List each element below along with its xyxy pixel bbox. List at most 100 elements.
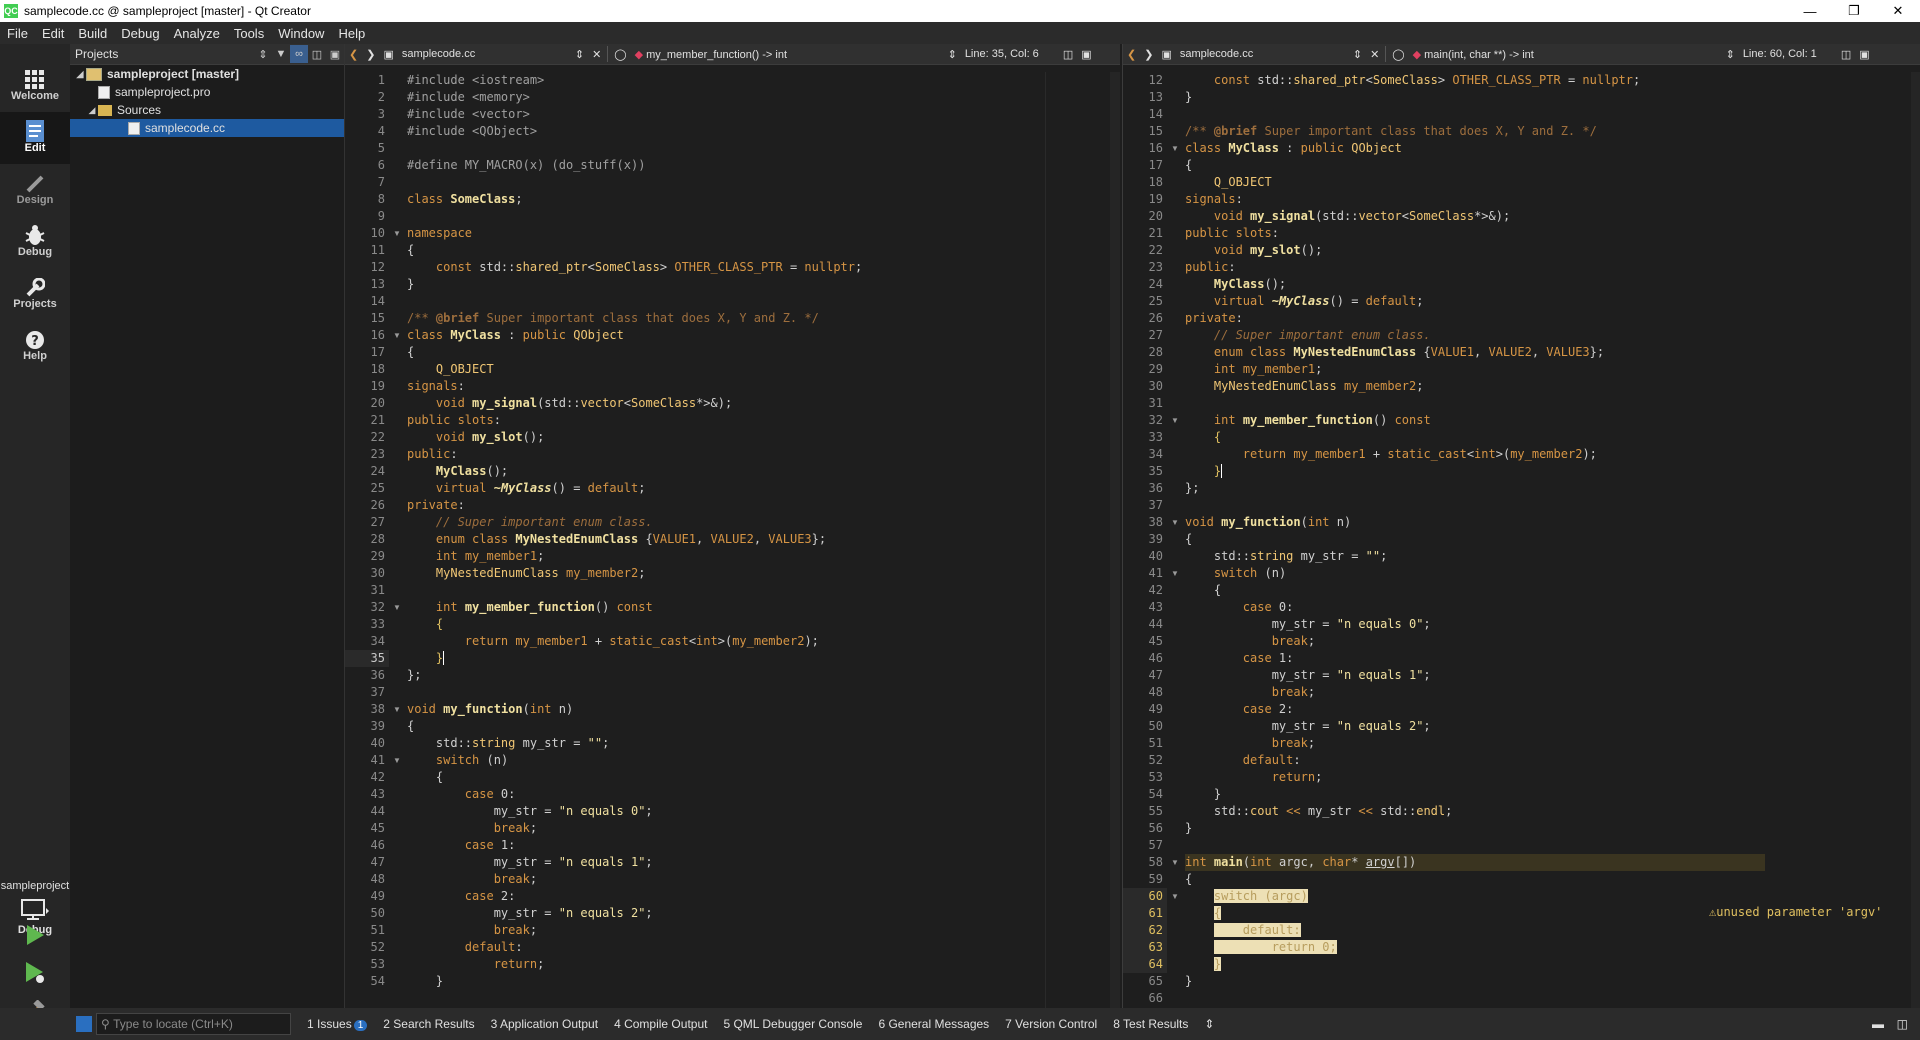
code-line[interactable]: void my_slot(); [1185,242,1765,259]
code-line[interactable]: } [407,650,862,667]
code-line[interactable]: namespace [407,225,862,242]
code-line[interactable]: void my_signal(std::vector<SomeClass*>&)… [1185,208,1765,225]
code-line[interactable]: case 2: [407,888,862,905]
split-icon[interactable]: ◫ [1837,48,1855,61]
cursor-position[interactable]: Line: 35, Col: 6 [961,48,1059,60]
fold-arrow-icon[interactable]: ▼ [1167,412,1183,429]
code-line[interactable]: { [407,718,862,735]
code-line[interactable] [1185,395,1765,412]
code-line[interactable] [1185,106,1765,123]
tree-item-project[interactable]: ◢ sampleproject [master] [70,65,344,83]
code-line[interactable]: } [407,973,862,990]
tab-compile-output[interactable]: 4 Compile Output [606,1017,715,1031]
code-line[interactable]: break; [1185,633,1765,650]
toggle-right-sidebar-icon[interactable]: ◫ [1897,1017,1908,1031]
mode-edit[interactable]: Edit [0,112,70,164]
debug-run-button[interactable] [20,958,50,988]
code-line[interactable]: return my_member1 + static_cast<int>(my_… [1185,446,1765,463]
close-button[interactable]: ✕ [1876,0,1920,22]
tab-general-messages[interactable]: 6 General Messages [870,1017,997,1031]
tab-issues[interactable]: 1 Issues 1 [299,1017,375,1031]
nav-forward-icon[interactable]: ❯ [362,48,379,61]
split-icon[interactable]: ◫ [308,45,326,63]
updown-arrow-icon[interactable]: ⇕ [1349,48,1366,61]
fold-arrow-icon[interactable]: ▼ [389,327,405,344]
symbol-selector[interactable]: ◆ my_member_function() -> int [631,48,944,61]
updown-arrow-icon[interactable]: ⇕ [254,45,272,63]
updown-arrow-icon[interactable]: ⇕ [1722,48,1739,61]
fold-arrow-icon[interactable]: ▼ [389,225,405,242]
more-tabs-icon[interactable]: ⇕ [1196,1017,1222,1031]
code-line[interactable]: case 2: [1185,701,1765,718]
code-area[interactable]: #include <iostream> #include <memory> #inc… [407,72,862,990]
code-line[interactable]: void my_slot(); [407,429,862,446]
tab-search-results[interactable]: 2 Search Results [375,1017,482,1031]
code-line[interactable]: switch (argc) [1185,888,1765,905]
code-line[interactable]: class SomeClass; [407,191,862,208]
code-line[interactable]: } [1185,820,1765,837]
code-line[interactable]: my_str = "n equals 1"; [407,854,862,871]
code-line[interactable]: default: [1185,752,1765,769]
code-line[interactable]: virtual ~MyClass() = default; [407,480,862,497]
code-line[interactable]: return; [407,956,862,973]
mode-welcome[interactable]: Welcome [0,60,70,112]
fold-arrow-icon[interactable]: ▼ [1167,888,1183,905]
code-line[interactable]: { [407,344,862,361]
code-line[interactable] [407,684,862,701]
code-line[interactable]: enum class MyNestedEnumClass {VALUE1, VA… [1185,344,1765,361]
code-line[interactable]: public: [407,446,862,463]
code-line[interactable]: int main(int argc, char* argv[]) [1185,854,1765,871]
code-line[interactable]: { [1185,871,1765,888]
code-line[interactable]: { [1185,905,1765,922]
code-line[interactable]: default: [407,939,862,956]
tab-version-control[interactable]: 7 Version Control [997,1017,1105,1031]
code-line[interactable]: case 0: [407,786,862,803]
collapse-arrow-icon[interactable]: ◢ [86,105,98,116]
toggle-sidebar-icon[interactable] [76,1016,92,1032]
code-line[interactable]: private: [407,497,862,514]
collapse-arrow-icon[interactable]: ◢ [74,69,86,80]
document-selector[interactable]: samplecode.cc [1176,48,1349,60]
code-line[interactable] [407,582,862,599]
fold-arrow-icon[interactable]: ▼ [389,752,405,769]
code-line[interactable]: break; [1185,735,1765,752]
maximize-button[interactable]: ❐ [1832,0,1876,22]
code-line[interactable]: #include <QObject> [407,123,862,140]
code-line[interactable]: /** @brief Super important class that do… [1185,123,1765,140]
code-line[interactable]: default: [1185,922,1765,939]
code-line[interactable]: }; [407,667,862,684]
code-line[interactable]: const std::shared_ptr<SomeClass> OTHER_C… [1185,72,1765,89]
code-line[interactable]: { [1185,531,1765,548]
close-split-icon[interactable]: ▣ [1855,48,1873,61]
code-line[interactable]: // Super important enum class. [1185,327,1765,344]
code-line[interactable]: void my_signal(std::vector<SomeClass*>&)… [407,395,862,412]
progress-details-icon[interactable]: ▬ [1872,1017,1884,1031]
menu-build[interactable]: Build [71,26,114,41]
code-line[interactable]: const std::shared_ptr<SomeClass> OTHER_C… [407,259,862,276]
fold-arrow-icon[interactable]: ▼ [389,599,405,616]
code-line[interactable]: break; [407,820,862,837]
code-line[interactable]: void my_function(int n) [407,701,862,718]
menu-window[interactable]: Window [271,26,331,41]
cursor-position[interactable]: Line: 60, Col: 1 [1739,48,1837,60]
code-line[interactable]: break; [1185,684,1765,701]
code-line[interactable]: #define MY_MACRO(x) (do_stuff(x)) [407,157,862,174]
editor-right[interactable]: ❮ ❯ ▣ samplecode.cc ⇕ ✕ ◯ ◆ main(int, ch… [1122,44,1920,1008]
code-line[interactable]: signals: [1185,191,1765,208]
code-line[interactable]: std::string my_str = ""; [407,735,862,752]
nav-back-icon[interactable]: ❮ [345,48,362,61]
code-line[interactable]: my_str = "n equals 2"; [1185,718,1765,735]
code-line[interactable]: class MyClass : public QObject [407,327,862,344]
code-line[interactable] [1185,837,1765,854]
tree-item-samplecode[interactable]: samplecode.cc [70,119,344,137]
code-line[interactable]: { [1185,429,1765,446]
fold-arrow-icon[interactable]: ▼ [1167,565,1183,582]
code-line[interactable]: MyNestedEnumClass my_member2; [1185,378,1765,395]
code-line[interactable]: void my_function(int n) [1185,514,1765,531]
code-line[interactable] [1185,497,1765,514]
tab-test-results[interactable]: 8 Test Results [1105,1017,1196,1031]
code-line[interactable]: }; [1185,480,1765,497]
code-line[interactable]: class MyClass : public QObject [1185,140,1765,157]
document-selector[interactable]: samplecode.cc [398,48,571,60]
code-line[interactable]: break; [407,871,862,888]
